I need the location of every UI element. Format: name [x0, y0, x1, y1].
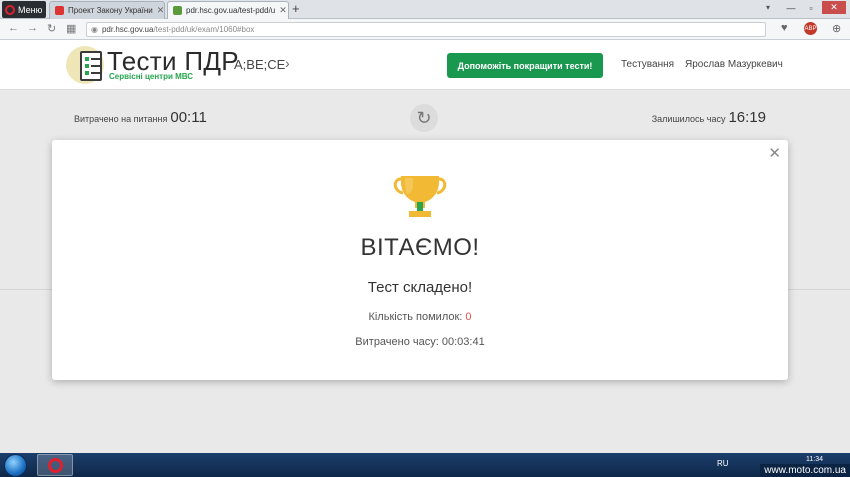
- window-controls: — ▫ ✕: [782, 1, 846, 14]
- window-close-icon[interactable]: ✕: [822, 1, 846, 14]
- chevron-right-icon[interactable]: ›: [285, 55, 290, 71]
- new-tab-icon[interactable]: +: [292, 2, 300, 16]
- time-remaining-label: Залишилось часу: [651, 114, 726, 124]
- speed-dial-icon[interactable]: ▦: [66, 22, 76, 35]
- site-header: Тести ПДР Сервісні центри МВС A;BE;CE › …: [0, 40, 850, 90]
- back-icon[interactable]: ←: [8, 22, 19, 34]
- tray-clock[interactable]: 11:34: [806, 456, 823, 463]
- errors-count: 0: [465, 311, 472, 323]
- browser-address-bar: ← → ↻ ▦ ◉ pdr.hsc.gov.ua/test-pdd/uk/exa…: [0, 19, 850, 40]
- site-favicon-icon: [55, 6, 64, 15]
- category-selector[interactable]: A;BE;CE: [234, 57, 285, 72]
- refresh-icon[interactable]: ↻: [410, 104, 438, 132]
- errors-label: Кількість помилок:: [368, 311, 463, 323]
- tab-title: Проект Закону України: [68, 6, 153, 15]
- opera-icon: [47, 457, 63, 473]
- logo-subtitle: Сервісні центри МВС: [109, 72, 194, 81]
- taskbar-opera-button[interactable]: [37, 454, 73, 476]
- errors-count-line: Кількість помилок: 0: [52, 311, 788, 323]
- maximize-icon[interactable]: ▫: [802, 1, 820, 14]
- download-icon[interactable]: ⊕: [832, 22, 841, 35]
- opera-icon: [5, 4, 15, 15]
- logo-document-icon: [80, 51, 102, 81]
- improve-tests-button[interactable]: Допоможіть покращити тести!: [447, 53, 603, 78]
- tab-pdr-test[interactable]: pdr.hsc.gov.ua/test-pdd/u ✕: [167, 1, 289, 19]
- test-passed-text: Тест складено!: [367, 279, 473, 296]
- tab-title: pdr.hsc.gov.ua/test-pdd/u: [186, 6, 276, 15]
- time-spent-on-question: Витрачено на питання 00:11: [74, 109, 207, 126]
- site-favicon-icon: [173, 6, 182, 15]
- browser-menu-button[interactable]: Меню: [2, 1, 46, 18]
- time-spent-value: 00:11: [170, 109, 207, 126]
- globe-icon: ◉: [91, 25, 98, 34]
- windows-start-icon[interactable]: [4, 454, 27, 477]
- browser-menu-label: Меню: [18, 4, 43, 15]
- forward-icon[interactable]: →: [27, 22, 38, 34]
- tab-law-project[interactable]: Проект Закону України ✕: [49, 1, 165, 19]
- time-spent-label: Витрачено на питання: [74, 114, 168, 124]
- windows-taskbar: RU 11:34: [0, 453, 850, 477]
- url-path: /test-pdd/uk/exam/1060#box: [153, 25, 255, 34]
- browser-tab-strip: Меню Проект Закону України ✕ pdr.hsc.gov…: [0, 0, 850, 19]
- url-domain: pdr.hsc.gov.ua: [101, 25, 154, 34]
- modal-close-icon[interactable]: ✕: [768, 144, 781, 162]
- trophy-icon: [393, 176, 447, 217]
- watermark: www.moto.com.ua: [760, 464, 850, 477]
- adblock-icon[interactable]: ABP: [804, 22, 817, 35]
- result-modal: ✕ ВІТАЄМО! Тест складено! Кількість поми…: [52, 140, 788, 380]
- reload-icon[interactable]: ↻: [47, 22, 56, 35]
- time-remaining: Залишилось часу 16:19: [652, 109, 766, 126]
- total-time-line: Витрачено часу: 00:03:41: [52, 336, 788, 348]
- nav-user-link[interactable]: Ярослав Мазуркевич: [685, 59, 783, 70]
- heart-icon[interactable]: ♥: [781, 22, 788, 34]
- time-remaining-value: 16:19: [728, 109, 766, 126]
- congrats-title: ВІТАЄМО!: [360, 234, 480, 261]
- tray-language[interactable]: RU: [717, 459, 729, 468]
- tab-menu-icon[interactable]: ▾: [766, 3, 770, 12]
- url-input[interactable]: ◉ pdr.hsc.gov.ua/test-pdd/uk/exam/1060#b…: [86, 22, 766, 37]
- minimize-icon[interactable]: —: [782, 1, 800, 14]
- tab-close-icon[interactable]: ✕: [279, 5, 287, 16]
- total-time-value: 00:03:41: [441, 336, 485, 348]
- nav-testing-link[interactable]: Тестування: [621, 59, 674, 70]
- tab-close-icon[interactable]: ✕: [157, 5, 164, 16]
- total-time-label: Витрачено часу:: [355, 336, 439, 348]
